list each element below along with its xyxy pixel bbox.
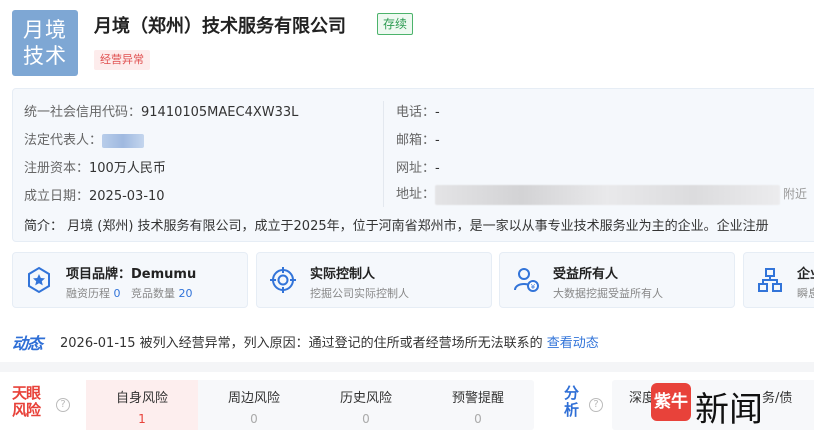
status-badge: 存续 xyxy=(377,13,414,35)
email-row: 邮箱：- xyxy=(396,129,440,148)
email-value: - xyxy=(435,133,440,148)
svg-text:¥: ¥ xyxy=(531,283,536,291)
credit-code-label: 统一社会信用代码： xyxy=(24,105,142,120)
beneficiary-title: 受益所有人 xyxy=(553,267,619,282)
capital-value: 100万人民币 xyxy=(89,161,166,176)
dynamic-entry: 2026-01-15 被列入经营异常，列入原因：通过登记的住所或者经营场所无法联… xyxy=(60,332,599,351)
dynamic-text: 2026-01-15 被列入经营异常，列入原因：通过登记的住所或者经营场所无法联… xyxy=(60,336,543,351)
beneficiary-icon: ¥ xyxy=(514,268,539,292)
tab-history-risk[interactable]: 历史风险 0 xyxy=(310,380,422,430)
website-row: 网址：- xyxy=(396,157,440,176)
watermark-text: 新闻 xyxy=(695,390,763,430)
credit-code-row: 统一社会信用代码：91410105MAEC4XW33L xyxy=(24,101,298,120)
funding-count[interactable]: 0 xyxy=(114,287,121,300)
capital-label: 注册资本： xyxy=(24,161,90,176)
risk-logo-line-1: 天眼 xyxy=(12,384,41,402)
founded-row: 成立日期：2025-03-10 xyxy=(24,185,165,204)
feature-card-brand[interactable]: 项目品牌：Demumu 融资历程 0 竞品数量 20 xyxy=(12,252,248,308)
phone-label: 电话： xyxy=(396,105,436,120)
feature-card-enterprise[interactable]: 企业 瞬息 xyxy=(743,252,814,308)
competitor-label: 竞品数量 xyxy=(131,287,175,300)
website-label: 网址： xyxy=(396,161,436,176)
risk-help-icon[interactable]: ? xyxy=(56,398,70,412)
website-value: - xyxy=(435,161,440,176)
tab-label: 历史风险 xyxy=(339,391,392,406)
credit-code-value[interactable]: 91410105MAEC4XW33L xyxy=(141,105,298,120)
risk-logo: 天眼 风险 xyxy=(12,384,41,419)
phone-row: 电话：- xyxy=(396,101,440,120)
legal-rep-label: 法定代表人： xyxy=(24,133,103,148)
address-label: 地址： xyxy=(396,187,436,202)
phone-value: - xyxy=(435,105,440,120)
capital-row: 注册资本：100万人民币 xyxy=(24,157,166,176)
controller-title: 实际控制人 xyxy=(310,267,376,282)
founded-label: 成立日期： xyxy=(24,189,90,204)
funding-label: 融资历程 xyxy=(66,287,110,300)
dynamic-logo: 动态 xyxy=(12,334,43,353)
tab-count: 0 xyxy=(362,412,370,426)
company-name[interactable]: 月境（郑州）技术服务有限公司 xyxy=(94,12,346,38)
tab-label: 自身风险 xyxy=(115,391,168,406)
controller-sub: 挖掘公司实际控制人 xyxy=(310,287,409,300)
section-separator xyxy=(0,362,814,372)
enterprise-sub: 瞬息 xyxy=(797,287,814,300)
competitor-count[interactable]: 20 xyxy=(179,287,193,300)
address-nearby-link[interactable]: 附近 xyxy=(783,187,807,201)
address-row: 地址： 附近 xyxy=(396,183,807,205)
analysis-logo-line-2: 析 xyxy=(564,401,580,419)
analysis-logo-line-1: 分 xyxy=(564,384,580,402)
tab-label: 预警提醒 xyxy=(451,391,504,406)
abnormal-badge[interactable]: 经营异常 xyxy=(94,50,150,70)
analysis-logo: 分 析 xyxy=(564,385,579,419)
brand-icon xyxy=(28,266,50,294)
analysis-help-icon[interactable]: ? xyxy=(589,398,603,412)
brand-title: 项目品牌：Demumu xyxy=(66,267,197,282)
watermark-badge: 紫牛 xyxy=(651,383,691,421)
address-redacted[interactable] xyxy=(435,184,781,205)
brand-sub: 融资历程 0 竞品数量 20 xyxy=(66,285,193,301)
company-info-card: 统一社会信用代码：91410105MAEC4XW33L 法定代表人： 注册资本：… xyxy=(12,88,814,242)
info-divider xyxy=(383,101,384,207)
enterprise-title: 企业 xyxy=(797,267,814,282)
logo-line-1: 月境 xyxy=(23,18,67,42)
tab-self-risk[interactable]: 自身风险 1 xyxy=(86,380,198,430)
founded-value: 2025-03-10 xyxy=(89,189,165,204)
tab-count: 1 xyxy=(138,412,146,426)
legal-rep-redacted[interactable] xyxy=(102,133,145,148)
risk-logo-line-2: 风险 xyxy=(12,401,41,419)
logo-line-2: 技术 xyxy=(23,44,67,68)
analysis-item-debt[interactable]: 务/债 xyxy=(762,387,792,406)
org-chart-icon xyxy=(758,268,782,292)
tab-surrounding-risk[interactable]: 周边风险 0 xyxy=(198,380,310,430)
view-dynamic-link[interactable]: 查看动态 xyxy=(547,336,599,351)
tab-label: 周边风险 xyxy=(227,391,280,406)
company-logo: 月境 技术 xyxy=(12,10,78,76)
company-intro: 简介： 月境 (郑州) 技术服务有限公司，成立于2025年，位于河南省郑州市，是… xyxy=(24,219,769,234)
tab-count: 0 xyxy=(474,412,482,426)
tab-warning[interactable]: 预警提醒 0 xyxy=(422,380,534,430)
legal-rep-row: 法定代表人： xyxy=(24,129,145,148)
target-icon xyxy=(270,267,296,293)
email-label: 邮箱： xyxy=(396,133,436,148)
feature-card-controller[interactable]: 实际控制人 挖掘公司实际控制人 xyxy=(256,252,492,308)
feature-card-beneficiary[interactable]: ¥ 受益所有人 大数据挖掘受益所有人 xyxy=(499,252,735,308)
beneficiary-sub: 大数据挖掘受益所有人 xyxy=(553,287,663,300)
tab-count: 0 xyxy=(250,412,258,426)
